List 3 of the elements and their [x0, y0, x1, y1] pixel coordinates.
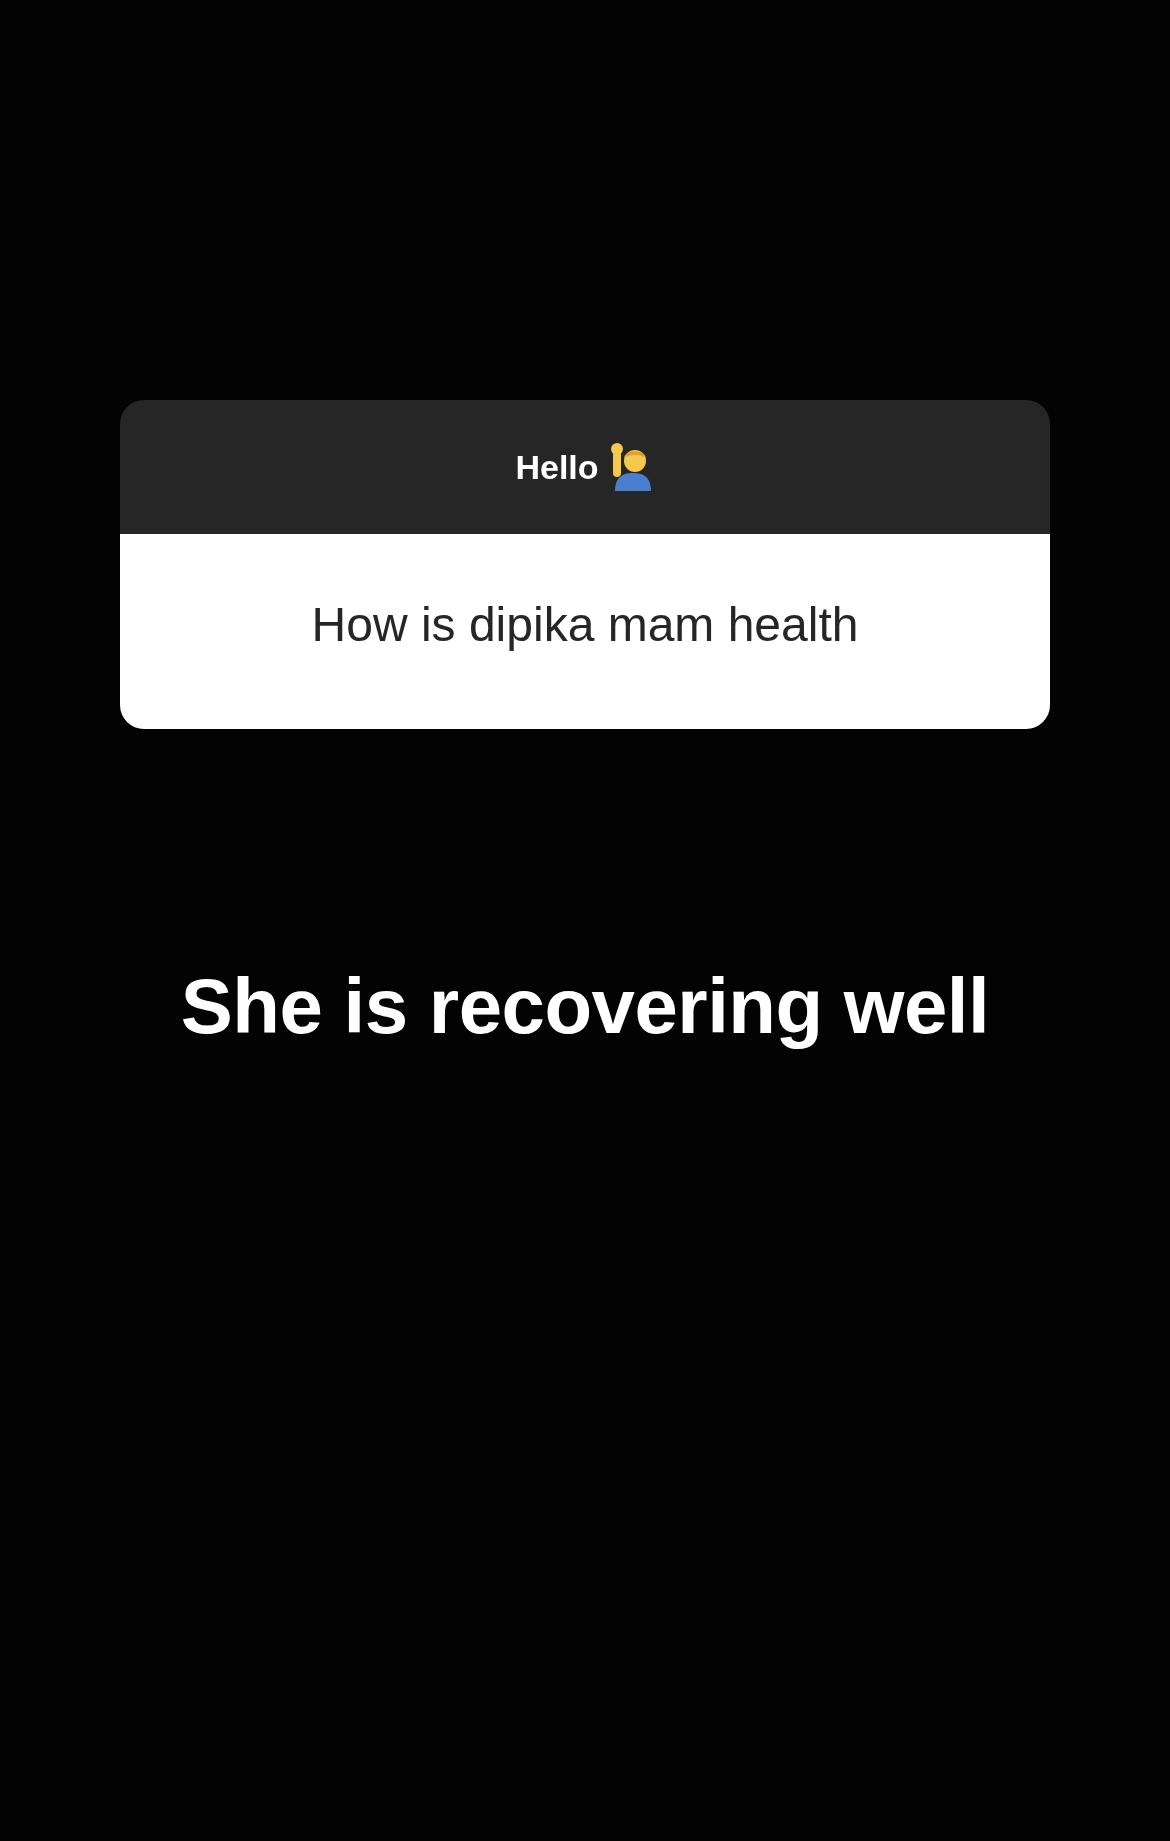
answer-text: She is recovering well: [180, 961, 990, 1052]
question-text: How is dipika mam health: [311, 597, 859, 653]
card-title: Hello: [515, 447, 599, 487]
